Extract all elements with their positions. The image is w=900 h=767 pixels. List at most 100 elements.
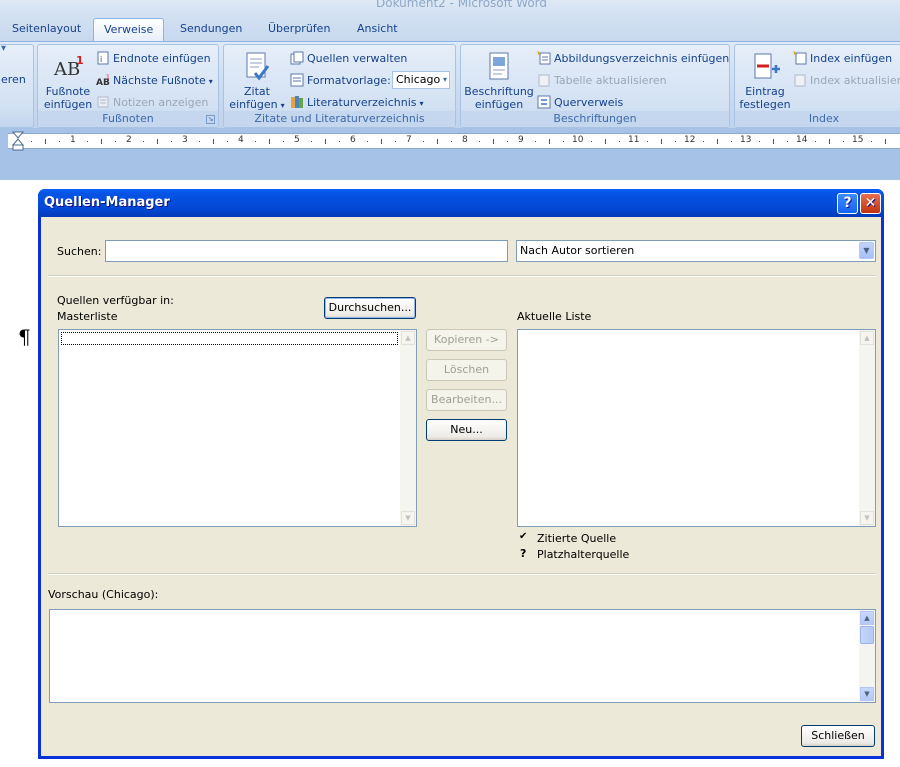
bibliography-icon [291, 96, 303, 108]
bibliography-label: Literaturverzeichnis [307, 96, 417, 109]
sources-available-label: Quellen verfügbar in: [57, 294, 174, 307]
insert-endnote-button[interactable]: i Endnote einfügen [96, 51, 211, 65]
tab-ueberpruefen[interactable]: Überprüfen [258, 18, 340, 42]
legend-placeholder-source: Platzhalterquelle [537, 548, 630, 561]
ruler-tick [493, 139, 494, 144]
scroll-up-icon[interactable]: ▲ [860, 331, 874, 345]
ruler-tick [605, 139, 606, 144]
scroll-down-icon[interactable]: ▼ [860, 687, 874, 701]
current-list-scrollbar[interactable]: ▲ ▼ [859, 330, 875, 526]
ruler-number: 9 [518, 135, 524, 145]
dialog-launcher-icon[interactable]: ↘ [206, 115, 215, 124]
cross-reference-button[interactable]: Querverweis [537, 95, 623, 109]
insert-index-button[interactable]: Index einfügen [793, 51, 892, 65]
chevron-down-icon: ▾ [419, 99, 424, 108]
browse-button[interactable]: Durchsuchen... [324, 297, 416, 319]
ruler-tick [45, 139, 46, 144]
scroll-up-icon[interactable]: ▲ [401, 331, 415, 345]
close-icon[interactable]: ✕ [860, 193, 881, 214]
ruler-tick [549, 139, 550, 144]
checkmark-icon: ✔ [519, 531, 528, 542]
edit-button[interactable]: Bearbeiten... [426, 389, 507, 411]
paragraph-mark: ¶ [18, 325, 31, 349]
ruler-tick [507, 141, 508, 142]
insert-citation-button[interactable]: Zitat einfügen ▾ [226, 51, 288, 112]
show-notes-button[interactable]: Notizen anzeigen [96, 95, 208, 109]
group-label-fussnoten: Fußnoten [38, 111, 218, 127]
chevron-down-icon: ▾ [442, 75, 447, 84]
ruler-number: 10 [572, 135, 584, 145]
current-list[interactable]: ▲ ▼ [517, 329, 876, 527]
ruler-tick [619, 141, 620, 142]
partial-dropdown-icon: ▾ [1, 43, 7, 54]
sort-select[interactable]: Nach Autor sortieren ▼ [516, 240, 876, 262]
next-footnote-icon: AB1 [96, 74, 110, 87]
manage-sources-icon [290, 51, 304, 65]
next-footnote-button[interactable]: AB 1 Nächste Fußnote ▾ [96, 73, 213, 87]
ruler-tick [647, 141, 648, 142]
ruler-tick [829, 139, 830, 144]
dialog-title-bar[interactable]: Quellen-Manager ? ✕ [38, 189, 884, 217]
bibliography-button[interactable]: Literaturverzeichnis ▾ [290, 95, 424, 109]
scroll-up-icon[interactable]: ▲ [860, 611, 874, 625]
insert-table-of-figures-button[interactable]: Abbildungsverzeichnis einfügen [537, 51, 729, 65]
ribbon: ▾ eren AB 1 Fußnote einfügen i Endnote ein… [0, 41, 900, 128]
preview-box[interactable]: ▲ ▼ [49, 609, 876, 703]
insert-citation-label-2: einfügen [229, 98, 278, 111]
tab-verweise[interactable]: Verweise [93, 18, 165, 42]
partial-button-label[interactable]: eren [1, 73, 26, 86]
scroll-thumb[interactable] [860, 626, 874, 644]
insert-index-label: Index einfügen [810, 52, 893, 65]
close-dialog-button[interactable]: Schließen [801, 725, 875, 747]
ruler-number: 6 [350, 135, 356, 145]
insert-footnote-label-1: Fußnote [45, 85, 91, 98]
update-table-label: Tabelle aktualisieren [554, 74, 667, 87]
ruler-tick [87, 141, 88, 142]
ribbon-tab-strip: Seitenlayout Verweise Sendungen Überprüf… [0, 14, 900, 42]
search-label: Suchen: [57, 245, 102, 258]
ruler-tick [591, 141, 592, 142]
ruler-tick [115, 141, 116, 142]
ruler-number: 15 [852, 135, 864, 145]
scroll-down-icon[interactable]: ▼ [860, 511, 874, 525]
ruler-tick [815, 141, 816, 142]
mark-entry-icon [749, 51, 781, 83]
question-mark-icon: ? [520, 547, 527, 560]
search-input[interactable] [105, 240, 508, 262]
current-list-label: Aktuelle Liste [517, 310, 592, 323]
ruler-tick [395, 141, 396, 142]
tab-sendungen[interactable]: Sendungen [170, 18, 252, 42]
tab-ansicht[interactable]: Ansicht [347, 18, 408, 42]
insert-footnote-button[interactable]: AB 1 Fußnote einfügen [40, 51, 96, 111]
update-table-icon [538, 74, 550, 87]
master-list-label: Masterliste [57, 310, 118, 323]
manage-sources-button[interactable]: Quellen verwalten [290, 51, 407, 65]
style-select[interactable]: Chicago ▾ [392, 71, 450, 89]
mark-entry-button[interactable]: Eintrag festlegen [737, 51, 793, 111]
ruler-tick [213, 139, 214, 144]
ruler-number: 5 [294, 135, 300, 145]
new-button[interactable]: Neu... [426, 419, 507, 441]
copy-button[interactable]: Kopieren -> [426, 329, 507, 351]
ribbon-group-zitate: Zitat einfügen ▾ Quellen verwalten Format… [223, 44, 456, 128]
ruler-tick [423, 141, 424, 142]
insert-caption-button[interactable]: Beschriftung einfügen [463, 51, 535, 111]
update-index-button[interactable]: Index aktualisieren [793, 73, 900, 87]
help-button[interactable]: ? [837, 193, 858, 214]
ribbon-group-beschriftungen: Beschriftung einfügen Abbildungsverzeich… [460, 44, 730, 128]
indent-marker-icon[interactable] [12, 131, 24, 151]
ruler-tick [101, 139, 102, 144]
scroll-down-icon[interactable]: ▼ [401, 511, 415, 525]
tab-seitenlayout[interactable]: Seitenlayout [2, 18, 91, 42]
cross-reference-label: Querverweis [554, 96, 624, 109]
delete-button[interactable]: Löschen [426, 359, 507, 381]
ruler-tick [717, 139, 718, 144]
ruler-tick [661, 139, 662, 144]
master-list-scrollbar[interactable]: ▲ ▼ [400, 330, 416, 526]
update-index-label: Index aktualisieren [810, 74, 900, 87]
master-list[interactable]: ▲ ▼ [58, 329, 417, 527]
horizontal-ruler[interactable]: 1 2 3 4 5 6 7 8 9 10 11 12 13 14 15 [8, 133, 900, 149]
preview-scrollbar[interactable]: ▲ ▼ [859, 610, 875, 702]
update-table-button[interactable]: Tabelle aktualisieren [537, 73, 667, 87]
source-manager-dialog: Quellen-Manager ? ✕ Suchen: Nach Autor s… [38, 189, 884, 759]
